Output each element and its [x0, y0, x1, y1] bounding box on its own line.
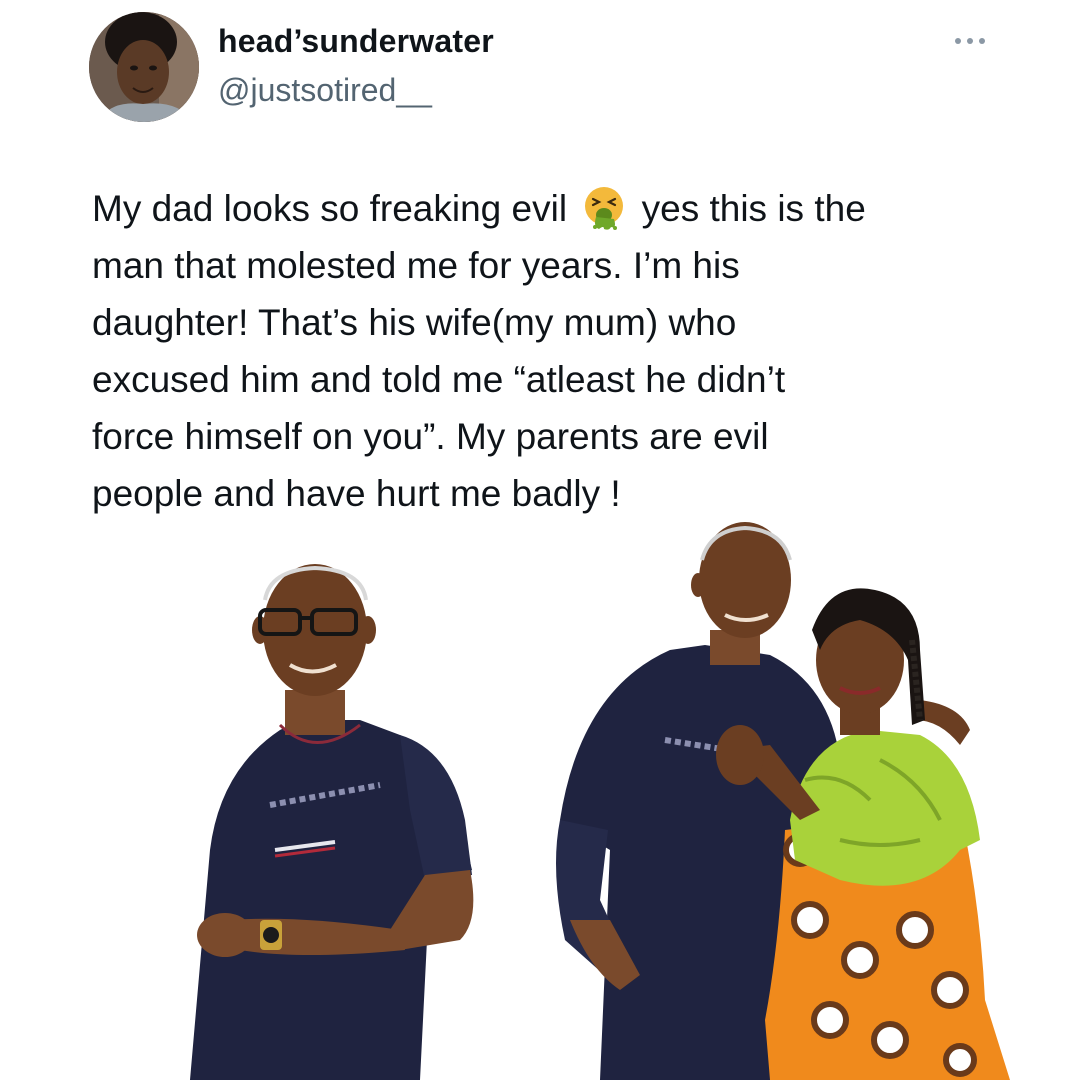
- dot: [955, 38, 961, 44]
- tweet-line: force himself on you”. My parents are ev…: [92, 416, 769, 457]
- photo-man-image: [100, 520, 540, 1080]
- tweet-line: people and have hurt me badly !: [92, 473, 621, 514]
- more-options-icon[interactable]: [945, 26, 995, 56]
- tweet-text: My dad looks so freaking evil yes this i…: [92, 180, 992, 522]
- tweet-line: excused him and told me “atleast he didn…: [92, 359, 786, 400]
- avatar-image: [89, 12, 199, 122]
- tweet-line: man that molested me for years. I’m his: [92, 245, 740, 286]
- user-avatar[interactable]: [89, 12, 199, 122]
- user-handle[interactable]: @justsotired__: [218, 72, 432, 109]
- face-vomiting-emoji: [585, 187, 624, 230]
- tweet-line: daughter! That’s his wife(my mum) who: [92, 302, 737, 343]
- dot: [979, 38, 985, 44]
- tweet-line-text: My dad looks so freaking evil: [92, 188, 568, 229]
- tweet-line: My dad looks so freaking evil yes this i…: [92, 180, 992, 237]
- photo-man[interactable]: [100, 520, 540, 1080]
- tweet-line-text: yes this is the: [641, 188, 866, 229]
- tweet-media[interactable]: [0, 520, 1080, 1080]
- tweet-card: head’sunderwater @justsotired__ My dad l…: [0, 0, 1080, 1080]
- photo-couple[interactable]: [540, 520, 1010, 1080]
- display-name[interactable]: head’sunderwater: [218, 23, 494, 60]
- photo-couple-image: [540, 520, 1010, 1080]
- dot: [967, 38, 973, 44]
